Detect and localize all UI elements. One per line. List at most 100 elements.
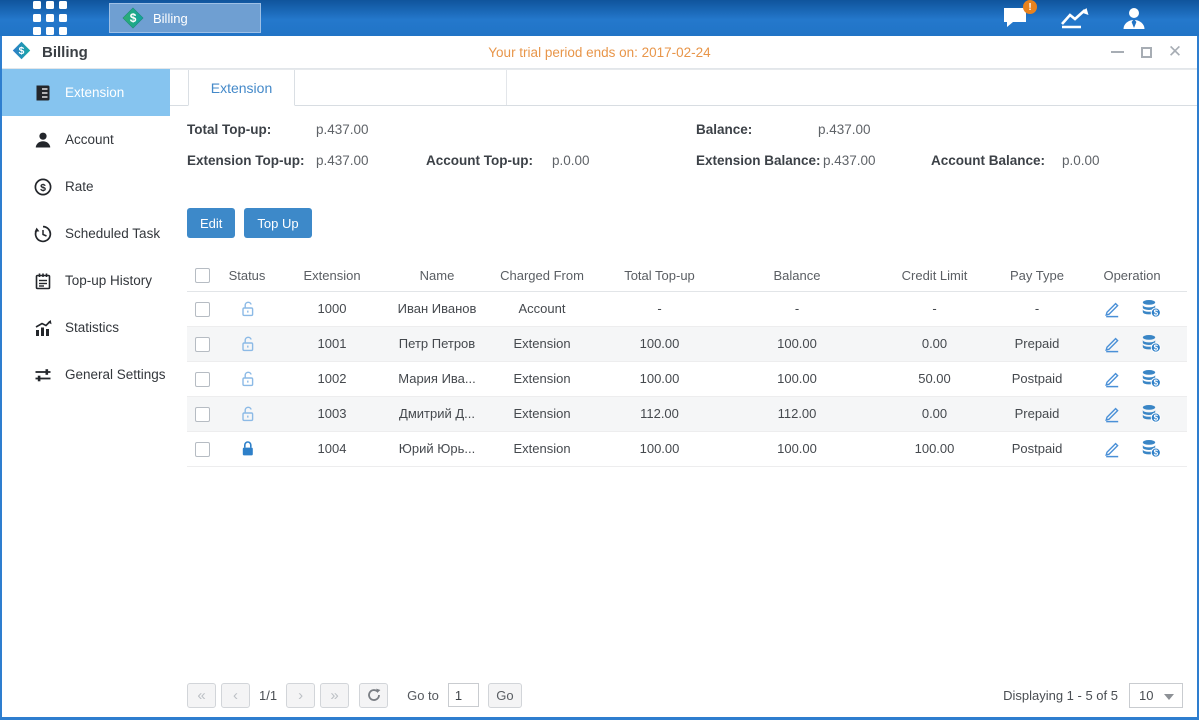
svg-text:$: $ (1153, 449, 1158, 458)
row-checkbox[interactable] (195, 407, 210, 422)
balance-label: Balance: (696, 122, 752, 137)
account-icon (33, 130, 52, 149)
extension-topup-value: p.437.00 (316, 153, 369, 168)
sidebar-item-label: Scheduled Task (65, 226, 160, 241)
billing-window: $ Billing Your trial period ends on: 201… (0, 36, 1199, 720)
cell-name: Юрий Юрь... (387, 431, 487, 466)
sidebar-item-label: Top-up History (65, 273, 152, 288)
col-header-total-topup: Total Top-up (597, 260, 722, 291)
chevron-down-icon (1164, 694, 1174, 700)
cell-name: Мария Ива... (387, 361, 487, 396)
sidebar-item-account[interactable]: Account (2, 116, 170, 163)
account-balance-label: Account Balance: (931, 153, 1045, 168)
topup-row-icon[interactable]: $ (1141, 439, 1161, 458)
edit-row-icon[interactable] (1103, 404, 1121, 423)
row-checkbox[interactable] (195, 442, 210, 457)
billing-window-icon: $ (12, 41, 34, 63)
lock-status-icon (239, 335, 256, 350)
page-size-select[interactable]: 10 (1129, 683, 1183, 708)
goto-label: Go to (407, 688, 439, 703)
col-header-credit-limit: Credit Limit (872, 260, 997, 291)
close-button[interactable]: ✕ (1168, 45, 1182, 59)
col-header-charged-from: Charged From (487, 260, 597, 291)
statistics-icon (33, 318, 52, 337)
window-title-text: Billing (42, 44, 88, 61)
go-button[interactable]: Go (488, 683, 522, 708)
topup-row-icon[interactable]: $ (1141, 299, 1161, 318)
cell-extension: 1000 (277, 291, 387, 326)
topup-row-icon[interactable]: $ (1141, 334, 1161, 353)
sidebar-item-label: Statistics (65, 320, 119, 335)
user-account-icon[interactable] (1121, 5, 1147, 31)
sidebar-item-label: Extension (65, 85, 124, 100)
select-all-checkbox[interactable] (195, 268, 210, 283)
cell-balance: 112.00 (722, 396, 872, 431)
edit-row-icon[interactable] (1103, 369, 1121, 388)
sidebar-item-extension[interactable]: Extension (2, 69, 170, 116)
refresh-button[interactable] (359, 683, 388, 708)
sidebar-item-general-settings[interactable]: General Settings (2, 351, 170, 398)
topup-button[interactable]: Top Up (244, 208, 311, 238)
col-header-operation: Operation (1077, 260, 1187, 291)
table-header-row: Status Extension Name Charged From Total… (187, 260, 1187, 291)
lock-status-icon (239, 440, 256, 455)
row-checkbox[interactable] (195, 337, 210, 352)
tab-strip-spacer (295, 70, 507, 105)
account-topup-value: p.0.00 (552, 153, 590, 168)
cell-pay-type: Postpaid (997, 361, 1077, 396)
topup-row-icon[interactable]: $ (1141, 404, 1161, 423)
taskbar: $ Billing ! (0, 0, 1199, 36)
main-content: Extension Total Top-up: p.437.00 Balance… (170, 69, 1197, 717)
tab-extension[interactable]: Extension (188, 70, 295, 106)
row-checkbox[interactable] (195, 372, 210, 387)
row-checkbox[interactable] (195, 302, 210, 317)
prev-page-button[interactable]: ‹ (221, 683, 250, 708)
svg-text:$: $ (40, 182, 46, 194)
lock-status-icon (239, 405, 256, 420)
sidebar-item-scheduled-task[interactable]: Scheduled Task (2, 210, 170, 257)
window-title: $ Billing (2, 41, 88, 63)
minimize-button[interactable] (1110, 45, 1124, 59)
rate-icon: $ (33, 177, 52, 196)
cell-name: Петр Петров (387, 326, 487, 361)
svg-text:$: $ (1153, 344, 1158, 353)
notifications-icon[interactable]: ! (1002, 6, 1029, 30)
sidebar-item-statistics[interactable]: Statistics (2, 304, 170, 351)
total-topup-label: Total Top-up: (187, 122, 271, 137)
taskbar-billing-tab[interactable]: $ Billing (109, 3, 261, 33)
account-topup-label: Account Top-up: (426, 153, 533, 168)
displaying-text: Displaying 1 - 5 of 5 (1003, 688, 1118, 703)
sidebar-item-rate[interactable]: $ Rate (2, 163, 170, 210)
lock-status-icon (239, 300, 256, 315)
extension-balance-label: Extension Balance: (696, 153, 821, 168)
cell-credit-limit: - (872, 291, 997, 326)
cell-total-topup: 100.00 (597, 326, 722, 361)
sidebar-item-label: Account (65, 132, 114, 147)
reports-chart-icon[interactable] (1059, 6, 1091, 30)
first-page-button[interactable]: « (187, 683, 216, 708)
page-indicator: 1/1 (259, 688, 277, 703)
extension-topup-label: Extension Top-up: (187, 153, 305, 168)
cell-charged-from: Extension (487, 431, 597, 466)
cell-credit-limit: 100.00 (872, 431, 997, 466)
next-page-button[interactable]: › (286, 683, 315, 708)
sidebar-item-topup-history[interactable]: Top-up History (2, 257, 170, 304)
topup-row-icon[interactable]: $ (1141, 369, 1161, 388)
cell-extension: 1003 (277, 396, 387, 431)
edit-row-icon[interactable] (1103, 299, 1121, 318)
cell-extension: 1001 (277, 326, 387, 361)
billing-app-icon: $ (122, 7, 144, 29)
last-page-button[interactable]: » (320, 683, 349, 708)
page-size-value: 10 (1139, 688, 1153, 703)
topup-history-icon (33, 271, 52, 290)
cell-charged-from: Extension (487, 326, 597, 361)
cell-balance: 100.00 (722, 326, 872, 361)
cell-total-topup: 100.00 (597, 361, 722, 396)
edit-row-icon[interactable] (1103, 334, 1121, 353)
app-launcher-icon[interactable] (33, 1, 67, 35)
maximize-button[interactable] (1139, 45, 1153, 59)
edit-row-icon[interactable] (1103, 439, 1121, 458)
edit-button[interactable]: Edit (187, 208, 235, 238)
goto-page-input[interactable] (448, 683, 479, 707)
sidebar: Extension Account $ (2, 69, 170, 717)
